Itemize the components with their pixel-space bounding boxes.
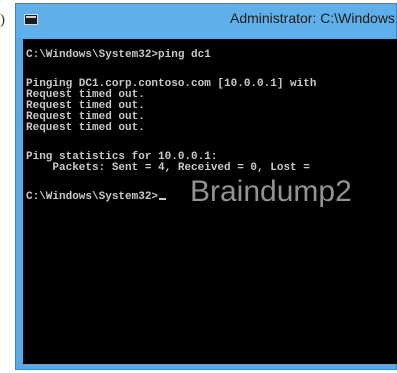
console-line-timeout-4: Request timed out. (26, 122, 145, 134)
console-line-packets: Packets: Sent = 4, Received = 0, Lost = (26, 162, 310, 174)
console-line-command: C:\Windows\System32>ping dc1 (26, 49, 211, 61)
text-cursor (159, 198, 167, 200)
title-bar[interactable]: Administrator: C:\Windows (16, 4, 396, 38)
margin-character: ) (0, 12, 5, 28)
console-line-prompt[interactable]: C:\Windows\System32> (26, 191, 167, 203)
page: ) Administrator: C:\Windows C:\Windows\S… (0, 0, 397, 373)
prompt-text: C:\Windows\System32> (26, 191, 159, 203)
watermark: Braindump2 (190, 175, 352, 208)
cmd-icon[interactable] (24, 14, 38, 25)
window-title: Administrator: C:\Windows (230, 10, 395, 26)
